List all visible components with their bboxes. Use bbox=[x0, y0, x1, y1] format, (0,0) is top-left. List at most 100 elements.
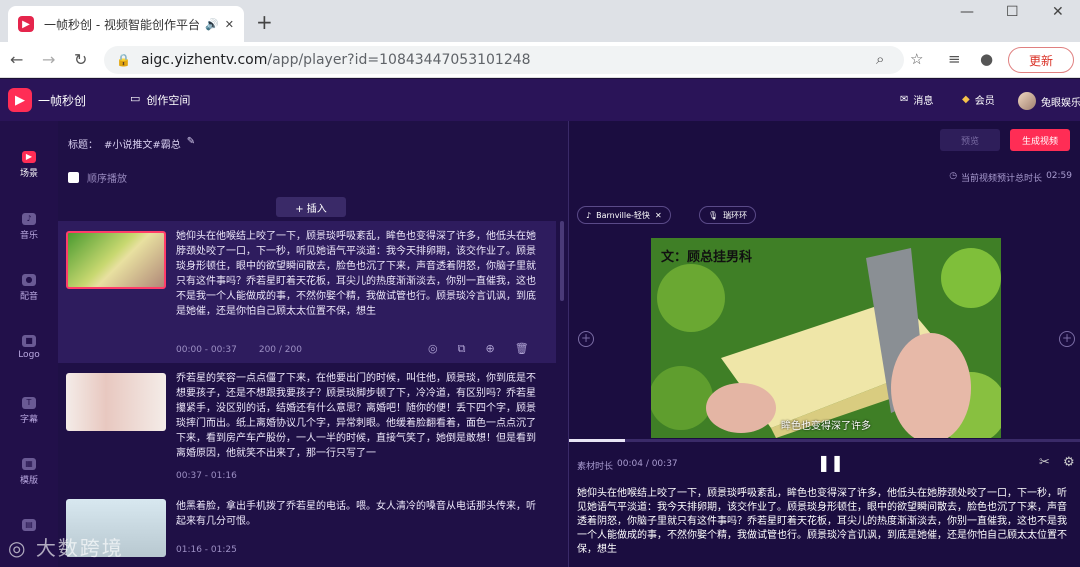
clip-thumbnail[interactable] bbox=[66, 231, 166, 289]
sidebar-item-label: 配音 bbox=[19, 292, 38, 302]
clock-icon: ◷ bbox=[949, 171, 958, 181]
messages-label: 消息 bbox=[913, 96, 934, 107]
replace-media-icon[interactable]: ⧉ bbox=[458, 342, 466, 356]
sidebar-item-voice[interactable]: ● 配音 bbox=[0, 274, 58, 302]
sidebar-item-scene[interactable]: ▶ 场景 bbox=[0, 151, 58, 179]
video-caption: 文：顾总挂男科 bbox=[661, 250, 753, 265]
back-icon[interactable]: ← bbox=[10, 50, 23, 69]
brand-logo-icon[interactable]: ▶ bbox=[8, 88, 32, 112]
workspace-label: 创作空间 bbox=[146, 94, 191, 107]
clip-thumbnail[interactable] bbox=[66, 373, 166, 431]
url-path: /app/player?id=10843447053101248 bbox=[267, 52, 531, 68]
progress-fill bbox=[569, 439, 626, 442]
url-input[interactable]: 🔒 aigc.yizhentv.com/app/player?id=108434… bbox=[104, 46, 904, 74]
minimize-icon[interactable]: — bbox=[960, 4, 974, 20]
clip-time: 01:16 - 01:25 bbox=[176, 545, 237, 555]
sidebar-item-logo[interactable]: ■ Logo bbox=[0, 335, 58, 360]
reading-list-icon[interactable]: ≡ bbox=[948, 50, 961, 68]
add-clip-icon[interactable]: ⊕ bbox=[485, 342, 494, 356]
scrollbar[interactable] bbox=[560, 221, 564, 301]
more-icon: ▤ bbox=[22, 519, 36, 531]
new-tab-button[interactable]: + bbox=[256, 10, 273, 34]
reload-icon[interactable]: ↻ bbox=[74, 50, 87, 69]
scissors-icon[interactable]: ✂ bbox=[1039, 455, 1050, 470]
preview-button[interactable]: 预览 bbox=[940, 129, 1000, 151]
clip-text[interactable]: 他黑着脸，拿出手机拨了乔若星的电话。喂。女人清冷的嗓音从电话那头传来，听起来有几… bbox=[176, 499, 544, 529]
workspace-link[interactable]: ▭ 创作空间 bbox=[130, 92, 190, 108]
browser-tabbar: ▶ 一帧秒创 - 视频智能创作平台 🔊 ✕ + — ☐ ✕ bbox=[0, 0, 1080, 42]
avatar bbox=[1018, 92, 1036, 110]
messages-link[interactable]: ✉ 消息 bbox=[900, 92, 933, 107]
sequential-play-row[interactable]: 顺序播放 bbox=[68, 170, 127, 185]
speaker-icon[interactable]: 🔊 bbox=[205, 18, 219, 31]
watermark: ◎ 大数跨境 bbox=[8, 532, 124, 561]
lock-icon: 🔒 bbox=[116, 53, 131, 67]
tab-title: 一帧秒创 - 视频智能创作平台 bbox=[44, 17, 200, 32]
settings-gear-icon[interactable]: ⚙ bbox=[1063, 455, 1075, 470]
clip-item[interactable]: 乔若星的笑容一点点僵了下来，在他要出门的时候，叫住他，顾景琰，你到底是不想要孩子… bbox=[58, 369, 556, 487]
profile-icon[interactable]: ● bbox=[980, 50, 993, 68]
user-menu[interactable]: 兔眼娱乐 bbox=[1018, 92, 1080, 110]
tag-close-icon[interactable]: ✕ bbox=[655, 211, 662, 220]
edit-pencil-icon[interactable]: ✎ bbox=[187, 136, 195, 151]
maximize-icon[interactable]: ☐ bbox=[1006, 4, 1019, 20]
voice-settings-icon[interactable]: ◎ bbox=[428, 342, 438, 356]
est-label: 当前视频预计总时长 bbox=[961, 174, 1043, 184]
zoom-icon[interactable]: ⌕ bbox=[876, 50, 884, 68]
title-value[interactable]: #小说推文#霸总 bbox=[104, 136, 181, 151]
clip-text[interactable]: 她仰头在他喉结上咬了一下，顾景琰呼吸紊乱，眸色也变得深了许多，他低头在她脖颈处咬… bbox=[176, 229, 544, 319]
window-close-icon[interactable]: ✕ bbox=[1052, 4, 1064, 20]
logo-icon: ■ bbox=[22, 335, 36, 347]
sidebar: ▶ 场景 ♪ 音乐 ● 配音 ■ Logo T 字幕 ▦ 模版 ▤ bbox=[0, 121, 58, 567]
sidebar-item-subtitle[interactable]: T 字幕 bbox=[0, 397, 58, 425]
bookmark-star-icon[interactable]: ☆ bbox=[910, 50, 923, 68]
video-progress-bar[interactable] bbox=[569, 439, 1080, 442]
sidebar-item-label: 音乐 bbox=[19, 231, 38, 241]
monitor-icon: ▭ bbox=[130, 92, 141, 105]
est-value: 02:59 bbox=[1046, 171, 1072, 181]
delete-icon[interactable]: 🗑 bbox=[515, 342, 529, 356]
sidebar-item-music[interactable]: ♪ 音乐 bbox=[0, 213, 58, 241]
add-after-icon[interactable]: + bbox=[1059, 331, 1075, 347]
app-header: ▶ 一帧秒创 ▭ 创作空间 ✉ 消息 ◆ 会员 兔眼娱乐 bbox=[0, 79, 1080, 121]
voice-tag[interactable]: 🎙 瑞环环 bbox=[699, 206, 757, 224]
update-button[interactable]: 更新 bbox=[1008, 47, 1074, 73]
material-duration: 素材时长 00:04 / 00:37 bbox=[577, 459, 678, 472]
insert-button[interactable]: + 插入 bbox=[276, 197, 346, 217]
music-icon: ♪ bbox=[586, 210, 592, 220]
sidebar-item-template[interactable]: ▦ 模版 bbox=[0, 458, 58, 486]
voice-tag-label: 瑞环环 bbox=[723, 210, 748, 220]
clip-toolbar: ◎ ⧉ ⊕ 🗑 bbox=[428, 342, 529, 356]
clip-time: 00:00 - 00:37 bbox=[176, 345, 237, 355]
address-bar: ← → ↻ 🔒 aigc.yizhentv.com/app/player?id=… bbox=[0, 42, 1080, 78]
forward-icon[interactable]: → bbox=[42, 50, 55, 69]
generate-video-button[interactable]: 生成视频 bbox=[1010, 129, 1070, 151]
clip-item[interactable]: 他黑着脸，拿出手机拨了乔若星的电话。喂。女人清冷的嗓音从电话那头传来，听起来有几… bbox=[58, 495, 556, 567]
clip-meta: 00:00 - 00:37 200 / 200 bbox=[176, 345, 302, 355]
material-value: 00:04 / 00:37 bbox=[617, 459, 678, 469]
add-before-icon[interactable]: + bbox=[578, 331, 594, 347]
video-preview[interactable]: 文：顾总挂男科 眸色也变得深了许多 bbox=[651, 238, 1001, 438]
pause-icon[interactable]: ❚❚ bbox=[817, 453, 844, 472]
url-host: aigc.yizhentv.com bbox=[140, 52, 268, 68]
music-tag[interactable]: ♪ Barnville-轻快 ✕ bbox=[577, 206, 671, 224]
user-name: 兔眼娱乐 bbox=[1041, 97, 1080, 109]
template-icon: ▦ bbox=[22, 458, 36, 470]
clip-list-panel: 标题： #小说推文#霸总 ✎ 顺序播放 + 插入 她仰头在他喉结上咬了一下，顾景… bbox=[58, 121, 568, 567]
title-label: 标题： bbox=[68, 140, 98, 151]
mail-icon: ✉ bbox=[900, 94, 909, 105]
watermark-logo-icon: ◎ bbox=[8, 536, 36, 560]
sequential-play-checkbox[interactable] bbox=[68, 172, 79, 183]
preview-panel: 预览 生成视频 ◷ 当前视频预计总时长 02:59 ♪ Barnville-轻快… bbox=[568, 121, 1080, 567]
browser-tab[interactable]: ▶ 一帧秒创 - 视频智能创作平台 🔊 ✕ bbox=[8, 6, 244, 42]
action-buttons: 预览 生成视频 bbox=[940, 129, 1070, 151]
app-favicon-icon: ▶ bbox=[18, 16, 34, 32]
subtitle-icon: T bbox=[22, 397, 36, 409]
clip-text[interactable]: 乔若星的笑容一点点僵了下来，在他要出门的时候，叫住他，顾景琰，你到底是不想要孩子… bbox=[176, 371, 544, 461]
current-clip-text[interactable]: 她仰头在他喉结上咬了一下，顾景琰呼吸紊乱，眸色也变得深了许多，他低头在她脖颈处咬… bbox=[577, 487, 1073, 557]
estimated-duration: ◷ 当前视频预计总时长 02:59 bbox=[949, 171, 1072, 184]
tab-close-icon[interactable]: ✕ bbox=[225, 18, 234, 31]
member-link[interactable]: ◆ 会员 bbox=[962, 92, 995, 107]
clip-item[interactable]: 她仰头在他喉结上咬了一下，顾景琰呼吸紊乱，眸色也变得深了许多，他低头在她脖颈处咬… bbox=[58, 221, 556, 363]
clip-meta: 00:37 - 01:16 bbox=[176, 471, 237, 481]
